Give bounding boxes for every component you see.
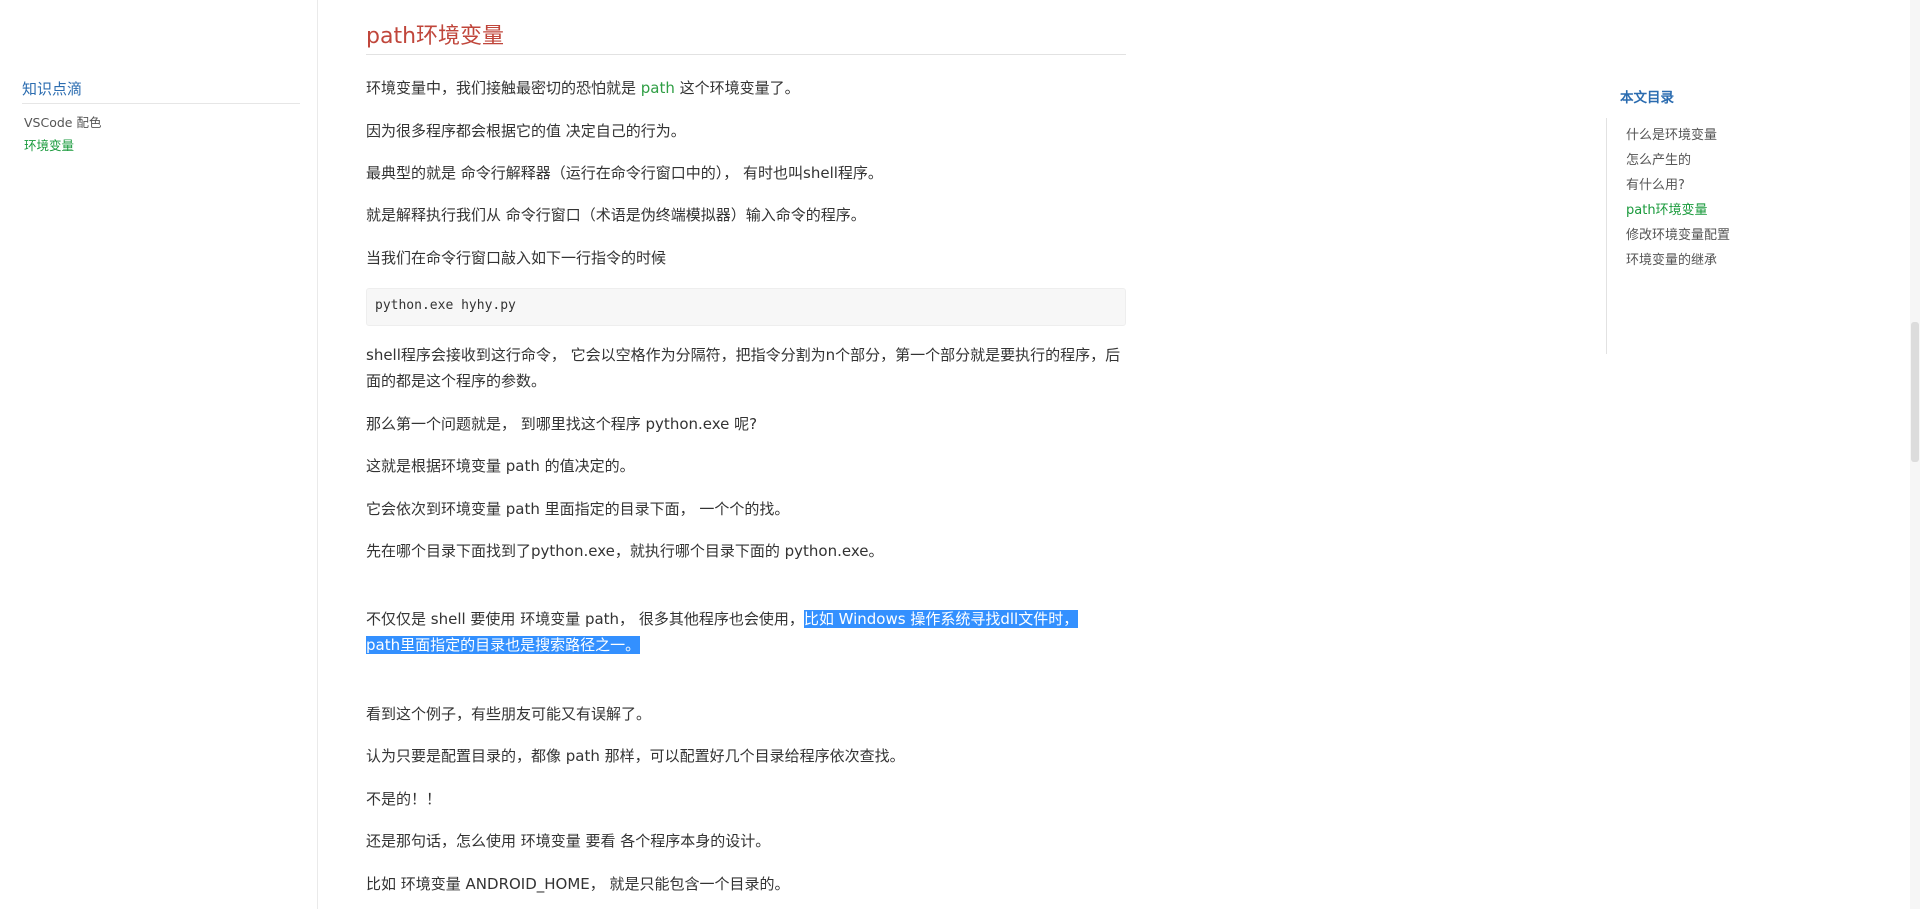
paragraph: 最典型的就是 命令行解释器（运行在命令行窗口中的）， 有时也叫shell程序。 — [366, 164, 883, 182]
paragraph: 就是解释执行我们从 命令行窗口（术语是伪终端模拟器）输入命令的程序。 — [366, 206, 866, 224]
code-block[interactable]: python.exe hyhy.py — [366, 288, 1126, 326]
paragraph: 当我们在命令行窗口敲入如下一行指令的时候 — [366, 249, 667, 267]
left-sidebar: 知识点滴 VSCode 配色 环境变量 — [0, 0, 318, 909]
paragraph: 先在哪个目录下面找到了python.exe，就执行哪个目录下面的 python.… — [366, 542, 884, 560]
paragraph: 这就是根据环境变量 path 的值决定的。 — [366, 457, 635, 475]
paragraph: 它会依次到环境变量 path 里面指定的目录下面， 一个个的找。 — [366, 500, 790, 518]
paragraph: 还是那句话，怎么使用 环境变量 要看 各个程序本身的设计。 — [366, 832, 771, 850]
toc-item-inheritance[interactable]: 环境变量的继承 — [1626, 249, 1717, 268]
paragraph: 认为只要是配置目录的，都像 path 那样，可以配置好几个目录给程序依次查找。 — [366, 747, 905, 765]
paragraph: 不是的！！ — [366, 790, 442, 808]
toc-list: 什么是环境变量 怎么产生的 有什么用? path环境变量 修改环境变量配置 环境… — [1606, 118, 1806, 354]
selected-text: 比如 Windows 操作系统寻找dll文件时， — [803, 610, 1079, 628]
sidebar-item-env-vars[interactable]: 环境变量 — [24, 135, 74, 154]
sidebar-item-vscode[interactable]: VSCode 配色 — [24, 112, 101, 131]
paragraph: 环境变量中，我们接触最密切的恐怕就是 path 这个环境变量了。 — [366, 79, 800, 97]
toc-title: 本文目录 — [1620, 90, 1674, 106]
paragraph: 比如 环境变量 ANDROID_HOME， 就是只能包含一个目录的。 — [366, 875, 790, 893]
toc-item-how-generated[interactable]: 怎么产生的 — [1626, 149, 1691, 168]
paragraph: 因为很多程序都会根据它的值 决定自己的行为。 — [366, 122, 686, 140]
paragraph: shell程序会接收到这行命令， 它会以空格作为分隔符，把指令分割为n个部分，第… — [366, 346, 1121, 390]
toc-item-what-is[interactable]: 什么是环境变量 — [1626, 124, 1717, 143]
section-heading: path环境变量 — [366, 18, 1126, 55]
paragraph-with-selection: 不仅仅是 shell 要使用 环境变量 path， 很多其他程序也会使用，比如 … — [366, 610, 1079, 654]
sidebar-title[interactable]: 知识点滴 — [22, 78, 300, 104]
selected-text: path里面指定的目录也是搜索路径之一。 — [366, 636, 641, 654]
scrollbar-thumb[interactable] — [1911, 322, 1919, 462]
toc-item-modify-config[interactable]: 修改环境变量配置 — [1626, 224, 1730, 243]
path-keyword: path — [640, 79, 675, 97]
paragraph: 那么第一个问题就是， 到哪里找这个程序 python.exe 呢? — [366, 415, 758, 433]
toc-item-path-env[interactable]: path环境变量 — [1626, 199, 1708, 218]
toc-item-what-use[interactable]: 有什么用? — [1626, 174, 1685, 193]
paragraph: 看到这个例子，有些朋友可能又有误解了。 — [366, 705, 652, 723]
